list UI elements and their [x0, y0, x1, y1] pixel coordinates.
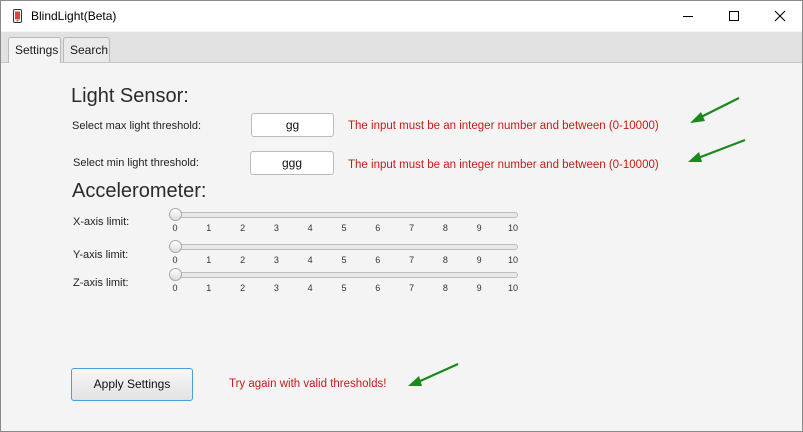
- slider-tick-label: 5: [341, 223, 347, 233]
- slider-tick-label: 4: [307, 283, 313, 293]
- slider-label: X-axis limit:: [73, 216, 130, 228]
- slider-tick-label: 5: [341, 255, 347, 265]
- tab-search[interactable]: Search: [63, 37, 110, 62]
- max-threshold-label: Select max light threshold:: [72, 120, 202, 132]
- slider-tick-label: 7: [409, 223, 415, 233]
- slider-label: Z-axis limit:: [73, 277, 129, 289]
- annotation-arrow-icon: [690, 97, 740, 123]
- min-threshold-input[interactable]: ggg: [250, 151, 334, 175]
- phone-app-icon: [13, 9, 22, 26]
- slider-tick-label: 8: [442, 283, 448, 293]
- slider-tick-label: 2: [240, 283, 246, 293]
- max-threshold-error: The input must be an integer number and …: [348, 120, 659, 132]
- slider-tick-label: 8: [442, 255, 448, 265]
- slider-tick-label: 3: [273, 223, 279, 233]
- slider-tick-label: 0: [172, 255, 178, 265]
- slider-label: Y-axis limit:: [73, 249, 129, 261]
- apply-status-message: Try again with valid thresholds!: [229, 378, 387, 390]
- slider-tick-label: 9: [476, 283, 482, 293]
- slider-tick-label: 8: [442, 223, 448, 233]
- slider-tick-label: 1: [206, 283, 212, 293]
- min-threshold-error: The input must be an integer number and …: [348, 159, 659, 171]
- slider-tick-label: 6: [375, 255, 381, 265]
- slider-tick-label: 5: [341, 283, 347, 293]
- max-threshold-input[interactable]: gg: [251, 113, 334, 137]
- apply-settings-button[interactable]: Apply Settings: [71, 368, 193, 401]
- slider-tick-label: 4: [307, 255, 313, 265]
- slider-tick-label: 10: [507, 223, 518, 233]
- title-bar: BlindLight(Beta): [1, 1, 802, 31]
- maximize-button[interactable]: [711, 1, 757, 31]
- slider-tick-label: 9: [476, 223, 482, 233]
- slider-tick-label: 10: [507, 255, 518, 265]
- minimize-button[interactable]: [665, 1, 711, 31]
- tab-bar: Settings Search: [1, 32, 802, 63]
- slider-thumb[interactable]: [169, 240, 182, 253]
- window-title: BlindLight(Beta): [31, 9, 117, 23]
- slider-tick-label: 7: [409, 255, 415, 265]
- slider-tick-label: 9: [476, 255, 482, 265]
- slider-track[interactable]: [175, 244, 518, 250]
- slider-tick-label: 10: [507, 283, 518, 293]
- app-window: BlindLight(Beta) Settings Search Light S…: [0, 0, 803, 432]
- slider-tick-label: 0: [172, 223, 178, 233]
- close-button[interactable]: [757, 1, 803, 31]
- accelerometer-title: Accelerometer:: [72, 180, 207, 202]
- slider-tick-label: 6: [375, 223, 381, 233]
- slider-tick-label: 3: [273, 283, 279, 293]
- slider-tick-label: 2: [240, 223, 246, 233]
- slider-track[interactable]: [175, 212, 518, 218]
- slider-tick-label: 7: [409, 283, 415, 293]
- slider-tick-label: 2: [240, 255, 246, 265]
- slider-thumb[interactable]: [169, 268, 182, 281]
- tab-settings[interactable]: Settings: [8, 37, 61, 63]
- slider-tick-label: 6: [375, 283, 381, 293]
- minimize-icon: [683, 16, 693, 17]
- maximize-icon: [729, 11, 739, 21]
- slider-tick-label: 1: [206, 223, 212, 233]
- min-threshold-label: Select min light threshold:: [73, 157, 199, 169]
- annotation-arrow-icon: [408, 362, 459, 386]
- slider-track[interactable]: [175, 272, 518, 278]
- slider-tick-label: 4: [307, 223, 313, 233]
- close-icon: [774, 10, 786, 22]
- slider-tick-label: 1: [206, 255, 212, 265]
- slider-tick-label: 0: [172, 283, 178, 293]
- annotation-arrow-icon: [688, 138, 746, 162]
- slider-tick-label: 3: [273, 255, 279, 265]
- light-sensor-title: Light Sensor:: [71, 85, 189, 107]
- slider-thumb[interactable]: [169, 208, 182, 221]
